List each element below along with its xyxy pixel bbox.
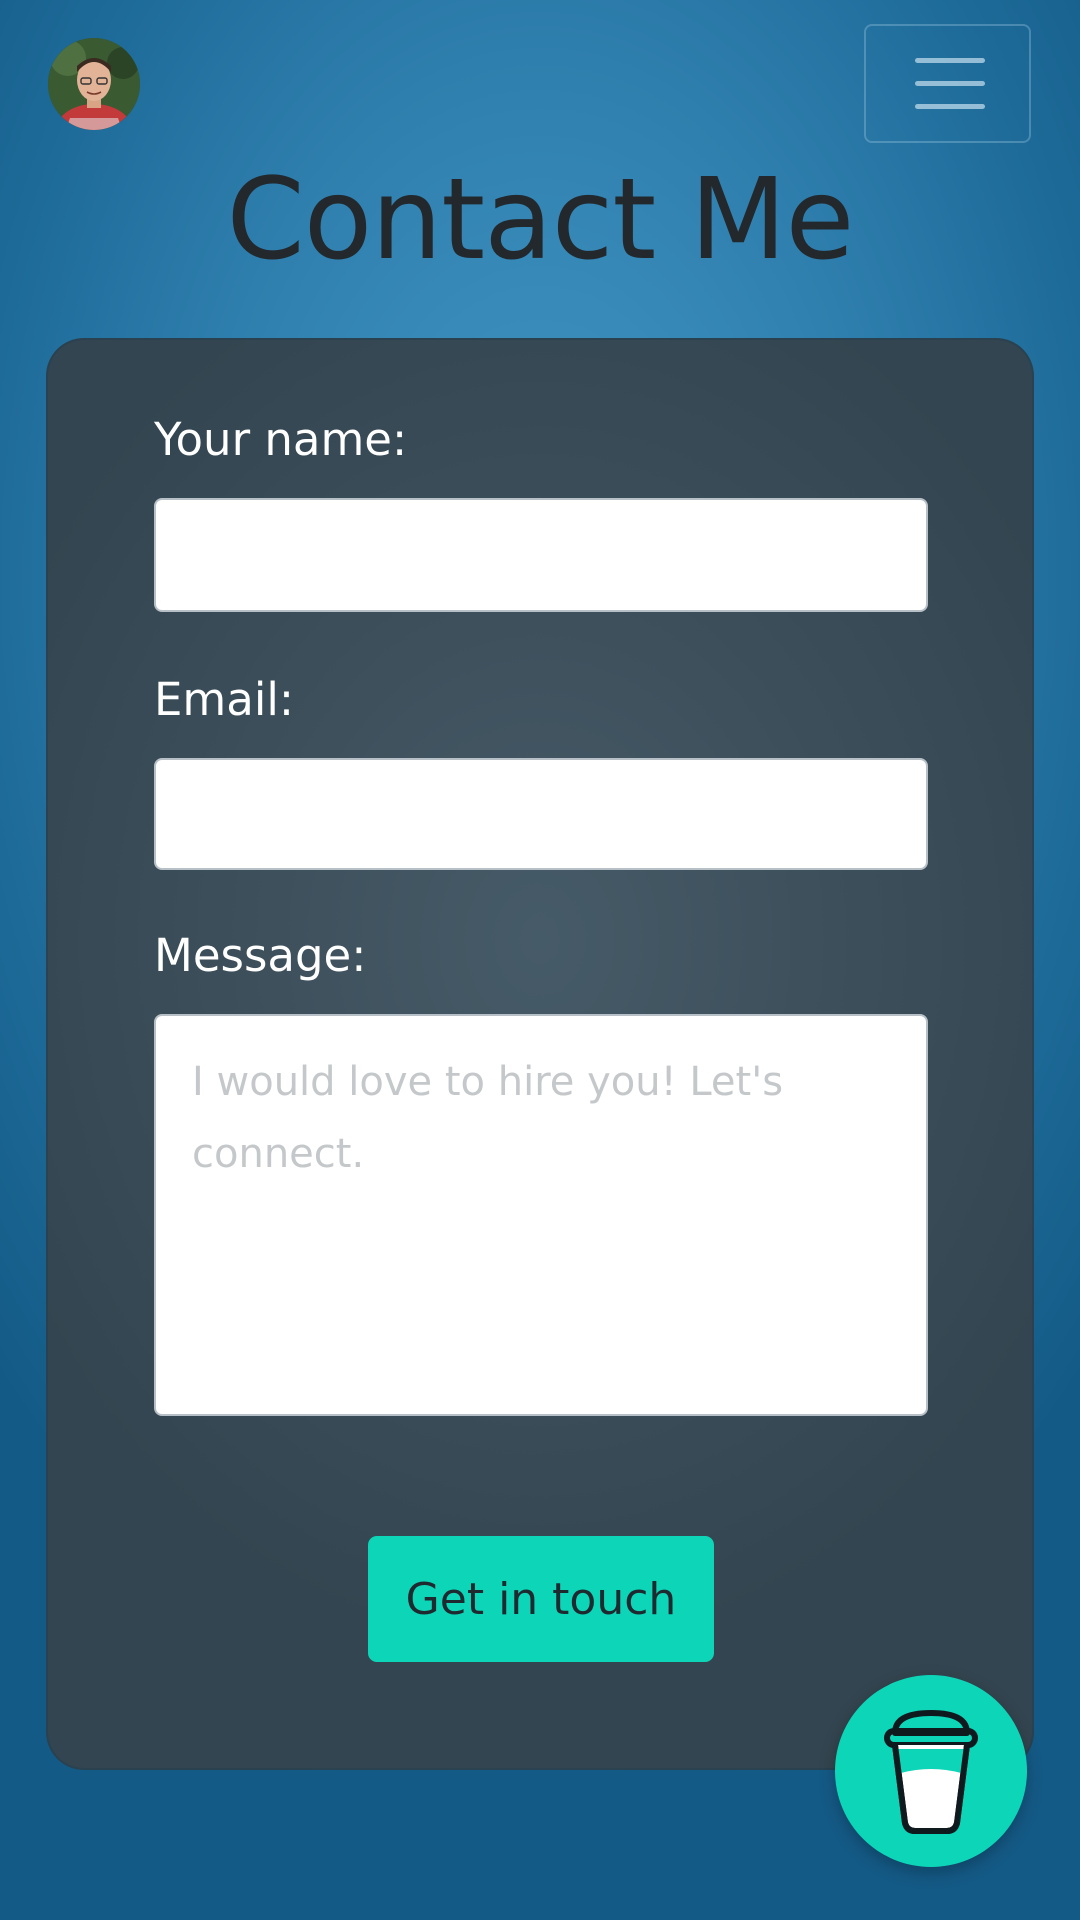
avatar[interactable] bbox=[48, 38, 140, 130]
message-label: Message: bbox=[154, 929, 367, 982]
hamburger-icon-bar bbox=[915, 81, 985, 86]
get-in-touch-button[interactable]: Get in touch bbox=[368, 1536, 714, 1662]
profile-photo-icon bbox=[48, 38, 140, 130]
name-field[interactable] bbox=[154, 498, 928, 612]
page-title: Contact Me bbox=[226, 155, 855, 285]
email-field[interactable] bbox=[154, 758, 928, 870]
coffee-cup-icon bbox=[884, 1710, 978, 1834]
menu-button[interactable] bbox=[864, 24, 1031, 143]
name-label: Your name: bbox=[154, 413, 408, 466]
message-field[interactable] bbox=[154, 1014, 928, 1416]
email-label: Email: bbox=[154, 673, 295, 726]
contact-form: Your name: Email: Message: Get in touch bbox=[46, 338, 1034, 1770]
hamburger-icon-bar bbox=[915, 104, 985, 109]
buy-me-a-coffee-button[interactable] bbox=[835, 1675, 1027, 1867]
hamburger-icon bbox=[915, 58, 985, 63]
